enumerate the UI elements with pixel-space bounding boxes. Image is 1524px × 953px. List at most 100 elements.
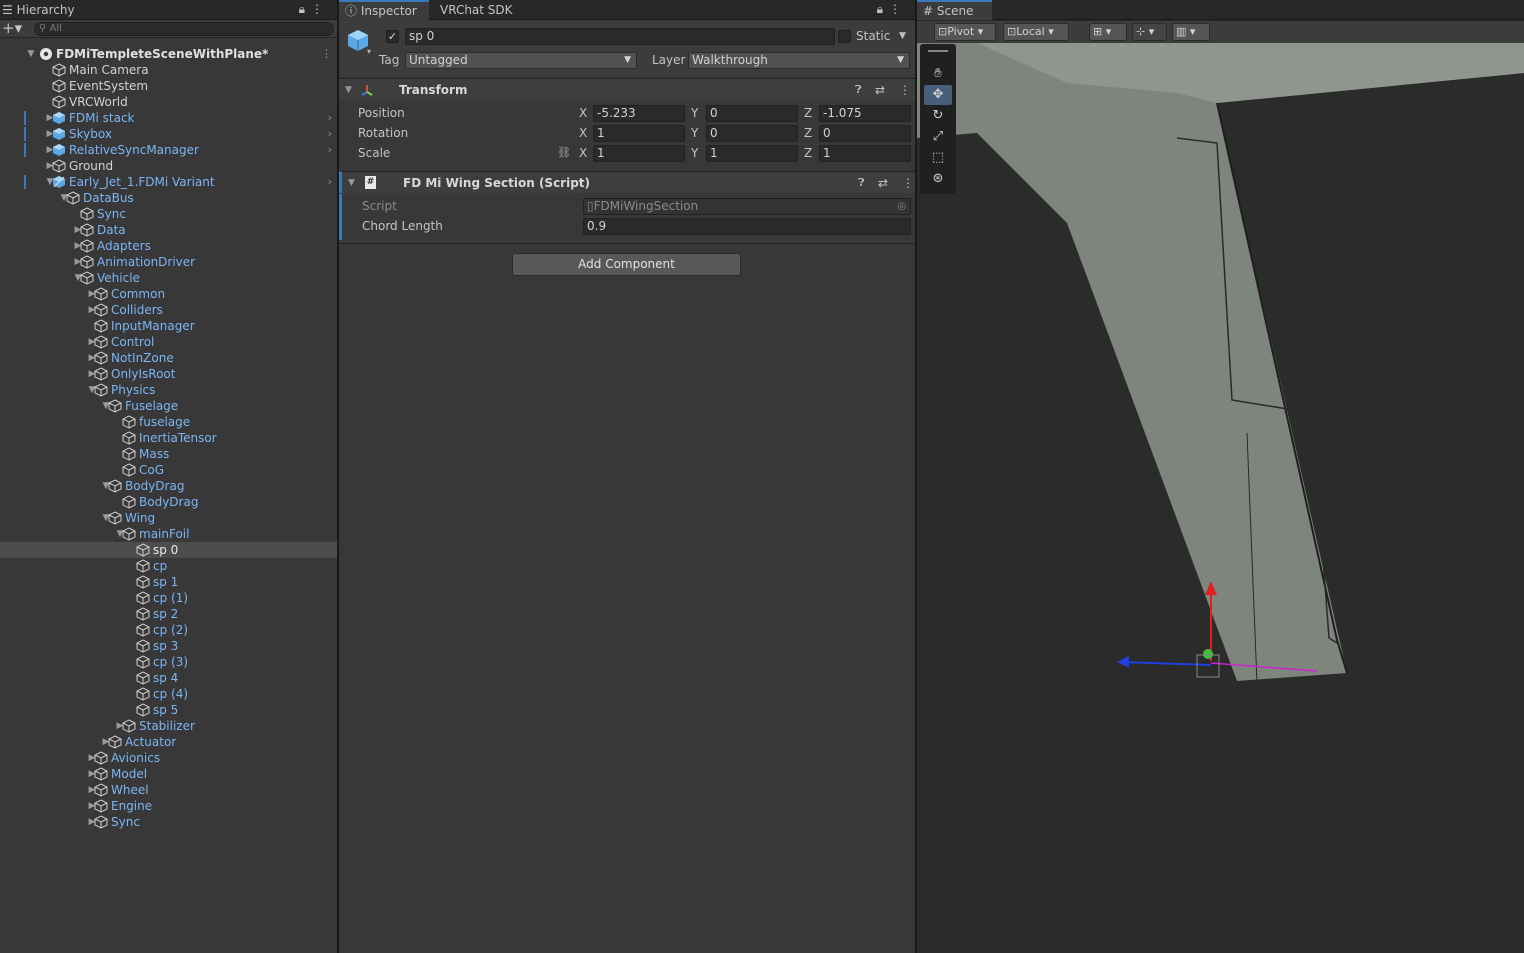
help-icon[interactable]: ❓︎: [858, 172, 865, 194]
hierarchy-row[interactable]: EventSystem: [0, 78, 337, 94]
hierarchy-row[interactable]: sp 5: [0, 702, 337, 718]
script-reference-field[interactable]: ▯FDMiWingSection ◎: [583, 198, 911, 215]
hierarchy-row[interactable]: ▼ Early_Jet_1.FDMi Variant ›: [0, 174, 337, 190]
wing-section-script-header[interactable]: ▼ # FD Mi Wing Section (Script) ❓︎ ⇄ ⋮: [339, 171, 915, 193]
transform-tool-icon[interactable]: ⊛: [924, 169, 952, 189]
hierarchy-row[interactable]: ▶ Ground: [0, 158, 337, 174]
hierarchy-row[interactable]: ▼ Fuselage: [0, 398, 337, 414]
more-menu-icon[interactable]: ⋮: [889, 2, 907, 16]
tab-scene[interactable]: # Scene: [917, 0, 992, 20]
hierarchy-row[interactable]: ▶ Data: [0, 222, 337, 238]
component-menu-icon[interactable]: ⋮: [902, 172, 914, 194]
hierarchy-row[interactable]: InertiaTensor: [0, 430, 337, 446]
hierarchy-row[interactable]: ▼ FDMiTempleteSceneWithPlane* ⋮: [0, 46, 337, 62]
hierarchy-row[interactable]: ▼ DataBus: [0, 190, 337, 206]
more-menu-icon[interactable]: ⋮: [311, 2, 329, 16]
hierarchy-row[interactable]: cp: [0, 558, 337, 574]
hierarchy-row[interactable]: cp (2): [0, 622, 337, 638]
hierarchy-row[interactable]: ▶ Wheel: [0, 782, 337, 798]
scale-z-field[interactable]: 1: [819, 145, 911, 162]
lock-icon[interactable]: 🔒︎: [299, 2, 311, 16]
tag-dropdown[interactable]: Untagged ▼: [405, 52, 637, 69]
hierarchy-row[interactable]: CoG: [0, 462, 337, 478]
rotation-label[interactable]: Rotation: [358, 125, 408, 142]
hierarchy-row[interactable]: Sync: [0, 206, 337, 222]
snap-dropdown[interactable]: ⊹ ▾: [1132, 23, 1167, 41]
position-z-axis-label[interactable]: Z: [804, 105, 812, 122]
expand-arrow-down-icon[interactable]: ▼: [25, 46, 37, 62]
hand-tool-icon[interactable]: ✋︎: [924, 64, 952, 84]
hierarchy-row[interactable]: ▶ AnimationDriver: [0, 254, 337, 270]
hierarchy-row[interactable]: ▼ mainFoil: [0, 526, 337, 542]
hierarchy-row[interactable]: Main Camera: [0, 62, 337, 78]
position-label[interactable]: Position: [358, 105, 405, 122]
hierarchy-row[interactable]: ▼ Physics: [0, 382, 337, 398]
scale-y-axis-label[interactable]: Y: [691, 145, 698, 162]
hierarchy-row[interactable]: BodyDrag: [0, 494, 337, 510]
static-checkbox[interactable]: [838, 30, 851, 43]
scale-tool-icon[interactable]: ⤢: [924, 127, 952, 147]
hierarchy-row[interactable]: ▶ OnlyIsRoot: [0, 366, 337, 382]
view-tool-dropdown[interactable]: ⊞ ▾: [1089, 23, 1127, 41]
hierarchy-row[interactable]: ▶ Common: [0, 286, 337, 302]
presets-icon[interactable]: ⇄: [875, 79, 885, 101]
hierarchy-row[interactable]: sp 1: [0, 574, 337, 590]
hierarchy-row[interactable]: fuselage: [0, 414, 337, 430]
constrain-proportions-icon[interactable]: ⛓︎: [557, 146, 571, 159]
hierarchy-row[interactable]: Mass: [0, 446, 337, 462]
hierarchy-row[interactable]: ▶ Control: [0, 334, 337, 350]
hierarchy-row[interactable]: ▶ Adapters: [0, 238, 337, 254]
scale-label[interactable]: Scale: [358, 145, 390, 162]
scale-z-axis-label[interactable]: Z: [804, 145, 812, 162]
foldout-arrow-icon[interactable]: ▼: [348, 172, 355, 194]
hierarchy-row[interactable]: cp (4): [0, 686, 337, 702]
rotate-tool-icon[interactable]: ↻: [924, 106, 952, 126]
hierarchy-row[interactable]: ▶ RelativeSyncManager ›: [0, 142, 337, 158]
hierarchy-row[interactable]: ▶ Skybox ›: [0, 126, 337, 142]
layer-dropdown[interactable]: Walkthrough ▼: [688, 52, 910, 69]
pivot-toggle[interactable]: ⊡Pivot ▾: [934, 23, 996, 41]
open-prefab-chevron-icon[interactable]: ›: [328, 110, 332, 126]
hierarchy-row[interactable]: VRCWorld: [0, 94, 337, 110]
lock-icon[interactable]: 🔒︎: [877, 2, 889, 16]
scene-menu-icon[interactable]: ⋮: [321, 46, 332, 62]
hierarchy-row[interactable]: sp 2: [0, 606, 337, 622]
scale-x-field[interactable]: 1: [593, 145, 685, 162]
active-checkbox[interactable]: ✓: [386, 30, 399, 43]
rotation-y-field[interactable]: 0: [706, 125, 798, 142]
hierarchy-row[interactable]: ▶ Engine: [0, 798, 337, 814]
hierarchy-row[interactable]: ▶ Model: [0, 766, 337, 782]
hierarchy-row[interactable]: ▼ BodyDrag: [0, 478, 337, 494]
scale-x-axis-label[interactable]: X: [579, 145, 587, 162]
hierarchy-row[interactable]: ▶ Stabilizer: [0, 718, 337, 734]
open-prefab-chevron-icon[interactable]: ›: [328, 174, 332, 190]
object-picker-icon[interactable]: ◎: [897, 199, 906, 214]
static-dropdown-arrow[interactable]: ▼: [899, 28, 906, 45]
object-name-field[interactable]: sp 0: [405, 28, 835, 45]
tab-hierarchy[interactable]: ☰ Hierarchy: [0, 0, 81, 20]
help-icon[interactable]: ❓︎: [855, 79, 862, 101]
position-z-field[interactable]: -1.075: [819, 105, 911, 122]
open-prefab-chevron-icon[interactable]: ›: [328, 142, 332, 158]
transform-header[interactable]: ▼ Transform ❓︎ ⇄ ⋮: [339, 78, 915, 100]
position-x-field[interactable]: -5.233: [593, 105, 685, 122]
hierarchy-row[interactable]: ▶ Colliders: [0, 302, 337, 318]
tab-inspector[interactable]: ⓘ Inspector: [339, 0, 429, 20]
ruler-dropdown[interactable]: ▥ ▾: [1172, 23, 1210, 41]
tab-vrchat-sdk[interactable]: VRChat SDK: [434, 0, 519, 20]
component-menu-icon[interactable]: ⋮: [899, 79, 911, 101]
local-toggle[interactable]: ⊡Local ▾: [1003, 23, 1069, 41]
move-tool-icon[interactable]: ✥: [924, 85, 952, 105]
hierarchy-row[interactable]: ▶ Actuator: [0, 734, 337, 750]
position-y-field[interactable]: 0: [706, 105, 798, 122]
presets-icon[interactable]: ⇄: [878, 172, 888, 194]
open-prefab-chevron-icon[interactable]: ›: [328, 126, 332, 142]
rotation-x-field[interactable]: 1: [593, 125, 685, 142]
hierarchy-row[interactable]: sp 4: [0, 670, 337, 686]
hierarchy-row[interactable]: ▶ NotInZone: [0, 350, 337, 366]
hierarchy-row[interactable]: ▼ Vehicle: [0, 270, 337, 286]
hierarchy-row[interactable]: ▶ Avionics: [0, 750, 337, 766]
rotation-y-axis-label[interactable]: Y: [691, 125, 698, 142]
position-y-axis-label[interactable]: Y: [691, 105, 698, 122]
hierarchy-row[interactable]: ▶ FDMi stack ›: [0, 110, 337, 126]
